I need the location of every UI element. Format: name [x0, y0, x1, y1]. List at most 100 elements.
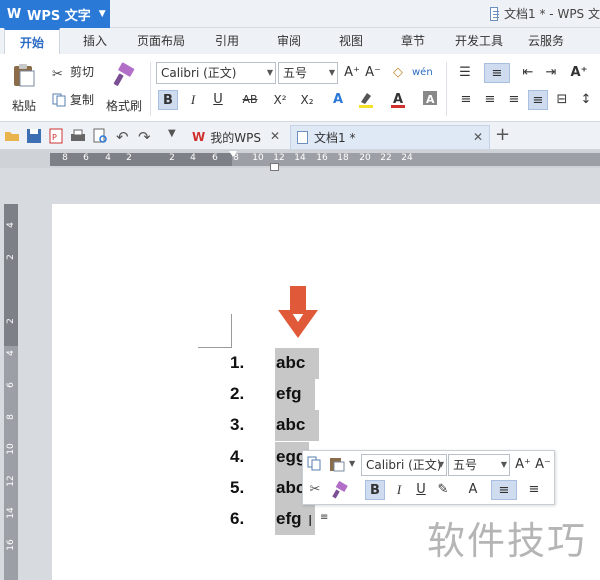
ruler-tick-label: 14	[6, 507, 16, 519]
justify-icon[interactable]: ≡	[528, 90, 548, 110]
window-title: 文档1 * - WPS 文	[490, 5, 600, 22]
close-icon[interactable]: ✕	[270, 129, 280, 143]
line-spacing-icon[interactable]: ≡	[521, 480, 547, 500]
undo-icon[interactable]: ↶	[116, 128, 132, 146]
mini-italic-button[interactable]: I	[389, 480, 409, 500]
tab-references[interactable]: 引用	[202, 28, 252, 54]
mini-underline-button[interactable]: U	[411, 480, 431, 500]
strikethrough-button[interactable]: AB	[238, 90, 262, 110]
underline-button[interactable]: U	[208, 90, 228, 110]
tab-review[interactable]: 审阅	[264, 28, 314, 54]
font-name-select[interactable]: Calibri (正文) ▼	[156, 62, 276, 84]
increase-indent-icon[interactable]: ⇥	[541, 63, 561, 83]
highlight-icon[interactable]	[356, 90, 376, 110]
open-folder-icon[interactable]	[4, 128, 20, 144]
ruler-tick-label: 8	[6, 414, 16, 420]
print-preview-icon[interactable]	[92, 128, 108, 144]
italic-button[interactable]: I	[183, 90, 203, 110]
char-shading-icon[interactable]: A	[420, 90, 440, 110]
clear-format-icon[interactable]: ◇	[388, 63, 408, 83]
chevron-down-icon: ▼	[437, 460, 444, 469]
align-center-icon[interactable]: ≡	[480, 90, 500, 110]
tab-insert[interactable]: 插入	[70, 28, 120, 54]
chevron-down-icon: ▼	[328, 68, 335, 77]
ruler-tick-label: 2	[6, 254, 16, 260]
ruler-tick-label: 6	[212, 153, 218, 163]
format-painter-button[interactable]: 格式刷	[104, 60, 144, 116]
tab-page-layout[interactable]: 页面布局	[130, 28, 192, 54]
subscript-button[interactable]: X₂	[297, 90, 317, 110]
ruler-tick-label: 8	[62, 153, 68, 163]
mini-bold-button[interactable]: B	[365, 480, 385, 500]
distribute-icon[interactable]: ⊟	[552, 90, 572, 110]
mini-font-size-value: 五号	[453, 458, 478, 472]
bullet-list-icon[interactable]: ☰	[454, 63, 476, 83]
ruler-tick-label: 24	[401, 153, 413, 163]
clipboard-icon[interactable]	[329, 456, 347, 472]
ruler-tick-label: 10	[6, 443, 16, 455]
ruler-tick-label: 2	[6, 318, 16, 324]
ruler-tick-label: 12	[6, 475, 16, 487]
line-spacing-icon[interactable]: ↕	[576, 90, 596, 110]
document-icon	[490, 6, 500, 21]
text-direction-icon[interactable]: A⁺	[566, 63, 592, 83]
save-icon[interactable]	[26, 128, 42, 144]
print-icon[interactable]	[70, 128, 86, 144]
close-icon[interactable]: ✕	[473, 130, 483, 144]
ruler-tick-label: 12	[273, 153, 285, 163]
ruler-tick-label: 4	[6, 350, 16, 356]
app-name: WPS 文字	[27, 8, 91, 24]
text-effect-icon[interactable]: A	[328, 90, 348, 110]
font-color-icon[interactable]: A	[388, 90, 408, 110]
paste-button[interactable]: 粘贴	[6, 60, 42, 116]
mini-font-size-select[interactable]: 五号 ▼	[448, 454, 510, 476]
copy-button[interactable]: 复制	[52, 90, 94, 110]
align-right-icon[interactable]: ≡	[504, 90, 524, 110]
new-tab-button[interactable]: +	[495, 124, 510, 145]
grow-font-button[interactable]: A⁺	[342, 63, 362, 83]
numbered-list-icon[interactable]: ≡	[484, 63, 510, 83]
tab-cloud[interactable]: 云服务	[518, 28, 574, 54]
scissors-icon[interactable]: ✂	[305, 480, 325, 500]
mini-font-name-select[interactable]: Calibri (正文) ▼	[361, 454, 447, 476]
divider	[446, 62, 447, 116]
paintbrush-icon[interactable]	[331, 481, 349, 499]
justify-icon[interactable]: ≡	[491, 480, 517, 500]
ruler-tick-label: 2	[169, 153, 175, 163]
first-line-indent-marker[interactable]	[229, 151, 237, 157]
phonetic-guide-icon[interactable]: wén	[412, 63, 433, 83]
format-painter-label: 格式刷	[105, 99, 142, 113]
tab-view[interactable]: 视图	[326, 28, 376, 54]
tab-label: 我的WPS	[210, 130, 261, 145]
tab-document1[interactable]: 文档1 * ✕	[290, 125, 490, 149]
app-menu-button[interactable]: W WPS 文字 ▼	[0, 0, 110, 28]
superscript-button[interactable]: X²	[270, 90, 290, 110]
export-pdf-icon[interactable]: P	[48, 128, 64, 144]
shrink-font-button[interactable]: A⁻	[363, 63, 383, 83]
font-size-select[interactable]: 五号 ▼	[278, 62, 338, 84]
font-color-icon[interactable]: A	[463, 480, 483, 500]
tab-home[interactable]: 开始	[4, 28, 60, 54]
grow-font-button[interactable]: A⁺	[513, 455, 533, 475]
tab-developer[interactable]: 开发工具	[448, 28, 510, 54]
shrink-font-button[interactable]: A⁻	[533, 455, 553, 475]
customize-dropdown-icon[interactable]: ▼	[168, 128, 184, 144]
margin-corner-mark	[198, 347, 232, 348]
ruler-tick-label: 22	[380, 153, 392, 163]
scissors-icon: ✂	[52, 67, 63, 82]
redo-icon[interactable]: ↷	[138, 128, 154, 146]
copy-icon[interactable]	[307, 456, 323, 472]
tab-my-wps[interactable]: W 我的WPS ✕	[186, 125, 286, 149]
highlight-icon[interactable]: ✎	[433, 480, 453, 500]
tab-sections[interactable]: 章节	[388, 28, 438, 54]
decrease-indent-icon[interactable]: ⇤	[518, 63, 538, 83]
paste-options-icon[interactable]: ≡	[320, 512, 328, 523]
divider	[150, 62, 151, 116]
cut-button[interactable]: ✂ 剪切	[52, 62, 94, 82]
bold-button[interactable]: B	[158, 90, 178, 110]
i-beam-cursor-icon: I	[308, 512, 313, 530]
hanging-indent-marker[interactable]	[270, 163, 279, 171]
align-left-icon[interactable]: ≡	[456, 90, 476, 110]
wps-logo-icon: W	[192, 130, 206, 144]
font-name-value: Calibri (正文)	[161, 66, 237, 80]
